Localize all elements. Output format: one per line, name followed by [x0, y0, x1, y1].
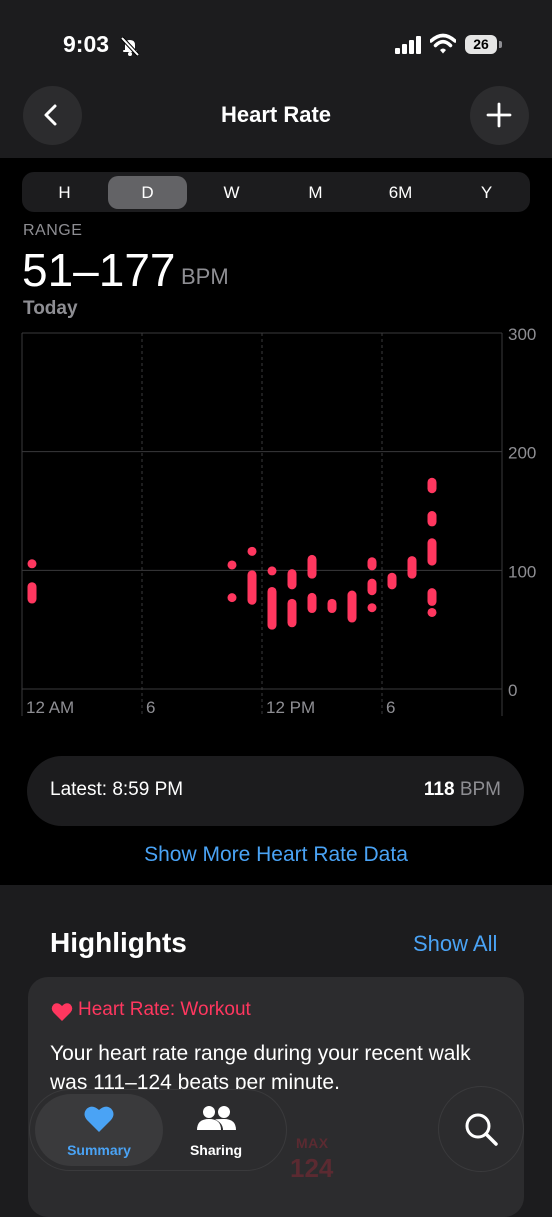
plus-icon	[486, 102, 512, 128]
heart-rate-bar	[267, 566, 277, 576]
tab-summary[interactable]: Summary	[35, 1094, 163, 1166]
latest-label: Latest: 8:59 PM	[50, 779, 184, 800]
heart-icon	[51, 1003, 73, 1021]
x-tick-label: 12 AM	[26, 698, 74, 717]
heart-rate-bar	[267, 586, 277, 630]
bell-slash-icon	[120, 36, 140, 57]
time-range-segmented-control: H D W M 6M Y	[22, 172, 530, 212]
heart-rate-bar	[347, 590, 357, 623]
people-icon	[197, 1106, 236, 1130]
heart-rate-bar	[307, 554, 317, 579]
heart-rate-bar	[247, 570, 257, 605]
header-background	[0, 0, 552, 158]
battery-nub	[499, 41, 502, 48]
latest-unit: BPM	[459, 779, 501, 800]
heart-rate-bar	[287, 598, 297, 628]
segment-hour[interactable]: H	[25, 176, 104, 209]
heart-rate-chart[interactable]: 0 100 200 300 12 AM 6 12 PM 6	[0, 320, 552, 720]
heart-rate-bar	[247, 546, 257, 556]
highlight-description: Your heart rate range during your recent…	[50, 1042, 471, 1094]
show-more-heart-rate-link[interactable]: Show More Heart Rate Data	[0, 843, 552, 867]
heart-rate-bar	[227, 560, 237, 570]
heart-rate-bar	[427, 538, 437, 566]
highlights-title: Highlights	[50, 927, 187, 958]
tab-summary-label: Summary	[67, 1142, 131, 1158]
x-tick-label: 12 PM	[266, 698, 315, 717]
battery-indicator: 26	[465, 35, 503, 55]
range-label: RANGE	[23, 222, 83, 239]
heart-rate-bar	[387, 572, 397, 590]
highlight-category: Heart Rate: Workout	[51, 999, 251, 1021]
heart-rate-bar	[367, 557, 377, 571]
tab-bar: Summary Sharing	[30, 1090, 286, 1170]
heart-rate-bar	[427, 607, 437, 617]
add-data-button[interactable]	[470, 86, 529, 145]
search-icon	[465, 1113, 498, 1146]
latest-value: 118 BPM	[424, 779, 501, 801]
latest-bpm: 118	[423, 779, 455, 800]
cellular-signal-icon	[395, 36, 421, 54]
y-tick-label: 100	[508, 562, 536, 581]
segment-week[interactable]: W	[192, 176, 271, 209]
latest-reading-pill[interactable]: Latest: 8:59 PM 118 BPM	[27, 756, 524, 826]
heart-rate-bar	[307, 592, 317, 614]
y-tick-label: 200	[508, 444, 536, 463]
battery-level: 26	[465, 35, 497, 54]
heart-rate-bar	[427, 588, 437, 606]
x-tick-label: 6	[386, 698, 395, 717]
wifi-icon	[430, 33, 456, 54]
status-time: 9:03	[63, 31, 110, 57]
search-button[interactable]	[439, 1087, 523, 1171]
segment-year[interactable]: Y	[447, 176, 526, 209]
highlight-max-label: MAX	[296, 1135, 329, 1151]
y-tick-label: 300	[508, 325, 536, 344]
range-date: Today	[23, 298, 78, 319]
heart-rate-bar	[367, 578, 377, 596]
show-all-link[interactable]: Show All	[413, 931, 497, 957]
heart-rate-bar	[27, 582, 37, 604]
range-value: 51–177	[22, 244, 176, 296]
tab-sharing[interactable]: Sharing	[154, 1094, 278, 1166]
heart-rate-bar	[427, 477, 437, 494]
tab-sharing-label: Sharing	[189, 1142, 243, 1158]
segment-day[interactable]: D	[108, 176, 187, 209]
heart-rate-bar	[27, 559, 37, 569]
x-tick-label: 6	[146, 698, 155, 717]
heart-rate-bar	[407, 556, 417, 579]
range-unit: BPM	[181, 264, 229, 289]
heart-rate-bar	[367, 603, 377, 613]
heart-rate-bar	[227, 593, 237, 603]
highlight-max-value: 124	[290, 1153, 334, 1183]
heart-rate-bar	[287, 569, 297, 590]
segment-month[interactable]: M	[276, 176, 355, 209]
segment-6-months[interactable]: 6M	[361, 176, 440, 209]
heart-rate-bar	[427, 511, 437, 527]
y-tick-label: 0	[508, 681, 517, 700]
heart-icon	[84, 1106, 114, 1132]
heart-rate-bar	[327, 598, 337, 614]
highlight-category-label: Heart Rate: Workout	[78, 999, 251, 1020]
